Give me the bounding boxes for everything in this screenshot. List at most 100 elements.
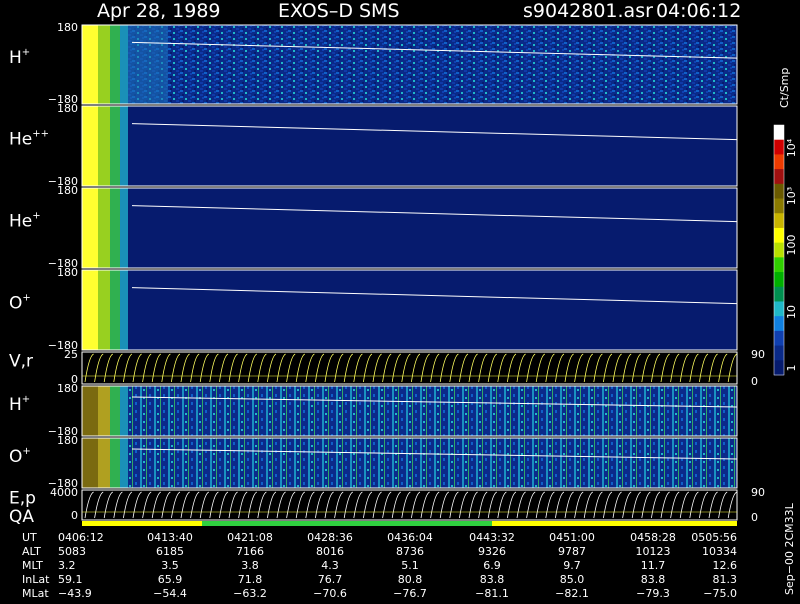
table-cell: −79.3 <box>636 587 670 600</box>
edge-band <box>120 386 128 436</box>
right-tick-bottom: 0 <box>751 511 758 524</box>
table-row-label: UT <box>22 531 37 544</box>
edge-band <box>120 270 128 350</box>
qa-segment <box>82 521 202 526</box>
y-tick-top: 25 <box>64 348 78 361</box>
qa-segment <box>492 521 737 526</box>
panel-background <box>82 386 737 436</box>
footer-note: Sep−00 2CM33L <box>783 502 796 595</box>
edge-band <box>98 386 110 436</box>
edge-band <box>98 188 110 268</box>
panel-6: O+180−180 <box>9 434 738 490</box>
table-cell: 0505:56 <box>691 531 737 544</box>
panel-label: O+ <box>9 446 31 467</box>
panel-label: He+ <box>9 210 41 231</box>
colorbar-label: 1 <box>785 365 798 372</box>
table-cell: 0458:28 <box>630 531 676 544</box>
colorbar-swatch <box>774 198 784 214</box>
spectrogram-figure: Apr 28, 1989 EXOS–D SMS s9042801.asr 04:… <box>9 0 798 600</box>
colorbar: 10⁴ 10³ 100 10 1 <box>773 124 798 376</box>
table-cell: −63.2 <box>233 587 267 600</box>
table-cell: 59.1 <box>58 573 83 586</box>
table-cell: 83.8 <box>480 573 505 586</box>
colorbar-swatch <box>774 286 784 302</box>
panel-label: H+ <box>9 47 30 68</box>
table-cell: −82.1 <box>555 587 589 600</box>
colorbar-label: 100 <box>785 235 798 256</box>
panel-label-charge: + <box>32 210 40 221</box>
edge-band <box>110 270 120 350</box>
edge-band <box>82 188 98 268</box>
table-row-label: MLat <box>22 587 49 600</box>
y-tick-top: 180 <box>57 382 78 395</box>
table-cell: −75.0 <box>703 587 737 600</box>
panel-3: O+180−180 <box>9 266 738 352</box>
table-cell: −54.4 <box>153 587 187 600</box>
colorbar-swatch <box>774 345 784 361</box>
panel-label: O+ <box>9 292 31 313</box>
panel-label: V,r <box>9 351 33 371</box>
table-cell: 0443:32 <box>469 531 515 544</box>
panel-1: He++180−180 <box>9 102 738 188</box>
table-row-label: InLat <box>22 573 50 586</box>
right-tick-top: 90 <box>751 486 765 499</box>
table-cell: 6185 <box>156 545 184 558</box>
table-cell: 0451:00 <box>549 531 595 544</box>
table-cell: 0436:04 <box>387 531 433 544</box>
colorbar-swatch <box>774 125 784 141</box>
edge-band <box>98 106 110 186</box>
header-date: Apr 28, 1989 <box>97 0 221 22</box>
table-cell: 0421:08 <box>227 531 273 544</box>
right-tick-bottom: 0 <box>751 375 758 388</box>
panel-background <box>82 188 737 268</box>
edge-band <box>110 386 120 436</box>
table-cell: 5.1 <box>401 559 419 572</box>
edge-band <box>110 438 120 488</box>
edge-band <box>82 270 98 350</box>
edge-band <box>98 270 110 350</box>
edge-band <box>120 25 128 104</box>
edge-band <box>128 25 168 104</box>
table-cell: 3.8 <box>241 559 259 572</box>
edge-band <box>120 438 128 488</box>
y-tick-top: 4000 <box>50 486 78 499</box>
orbit-table: UT 0406:12 0413:40 0421:08 0428:36 0436:04 044… <box>22 531 737 600</box>
table-cell: 6.9 <box>483 559 501 572</box>
panel-5: H+180−180 <box>9 382 738 438</box>
table-cell: 83.8 <box>641 573 666 586</box>
colorbar-swatch <box>774 139 784 155</box>
edge-band <box>98 438 110 488</box>
edge-band <box>98 25 110 104</box>
table-cell: 9326 <box>478 545 506 558</box>
y-tick-top: 180 <box>57 266 78 279</box>
colorbar-label: 10³ <box>785 187 798 205</box>
table-cell: 10123 <box>636 545 671 558</box>
table-row-label: MLT <box>22 559 43 572</box>
header-instrument: EXOS–D SMS <box>278 0 400 22</box>
table-cell: 3.5 <box>161 559 179 572</box>
colorbar-swatch <box>774 227 784 244</box>
colorbar-swatch <box>774 330 784 347</box>
panel-2: He+180−180 <box>9 184 738 270</box>
edge-band <box>110 25 120 104</box>
colorbar-swatch <box>774 154 784 170</box>
y-tick-top: 180 <box>57 21 78 34</box>
table-cell: 7166 <box>236 545 264 558</box>
panel-label-charge: + <box>22 394 30 405</box>
panel-label-charge: + <box>22 446 30 457</box>
panel-label: He++ <box>9 128 49 149</box>
table-cell: 4.3 <box>321 559 339 572</box>
table-row-label: ALT <box>22 545 41 558</box>
panel-label-charge: ++ <box>32 128 49 139</box>
table-cell: 0413:40 <box>147 531 193 544</box>
colorbar-swatch <box>774 316 784 332</box>
panel-label-charge: + <box>22 47 30 58</box>
edge-band <box>82 25 98 104</box>
edge-band <box>110 188 120 268</box>
table-cell: −43.9 <box>58 587 92 600</box>
header-file: s9042801.asr <box>523 0 653 22</box>
table-cell: 0406:12 <box>58 531 104 544</box>
table-cell: 80.8 <box>398 573 423 586</box>
table-cell: 5083 <box>58 545 86 558</box>
panel-label: H+ <box>9 394 30 415</box>
